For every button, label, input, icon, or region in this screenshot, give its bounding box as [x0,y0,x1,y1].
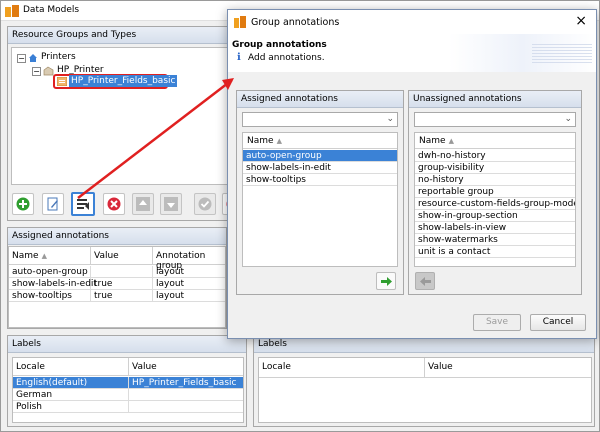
callout-arrow [77,78,234,199]
